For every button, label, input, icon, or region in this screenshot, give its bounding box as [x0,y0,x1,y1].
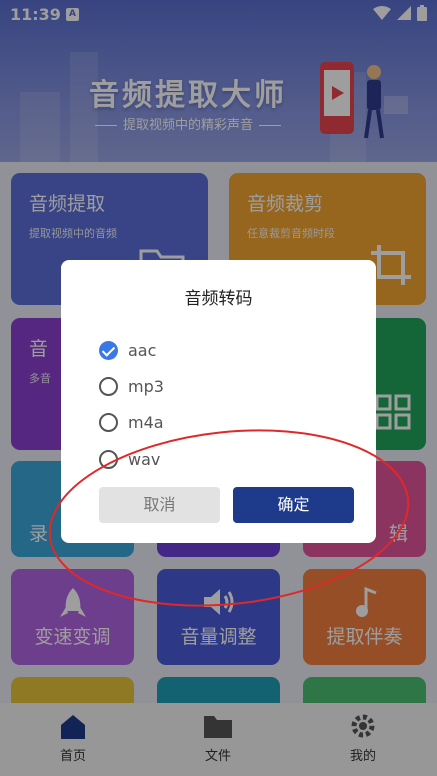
radio-unchecked-icon[interactable] [99,376,118,396]
radio-unchecked-icon[interactable] [99,449,118,469]
option-aac-label: aac [128,340,157,360]
cancel-button[interactable]: 取消 [99,487,220,523]
option-mp3-label: mp3 [128,376,164,396]
radio-unchecked-icon[interactable] [99,412,118,432]
radio-checked-icon[interactable] [99,340,118,360]
confirm-button[interactable]: 确定 [233,487,354,523]
option-m4a[interactable]: m4a [99,409,164,435]
option-wav-label: wav [128,449,161,469]
option-wav[interactable]: wav [99,446,160,472]
dialog-title: 音频转码 [184,289,253,309]
option-m4a-label: m4a [128,412,164,432]
option-aac[interactable]: aac [99,337,156,363]
transcode-dialog: 音频转码 aac mp3 m4a wav 取消 确定 [61,260,376,543]
option-mp3[interactable]: mp3 [99,373,164,399]
